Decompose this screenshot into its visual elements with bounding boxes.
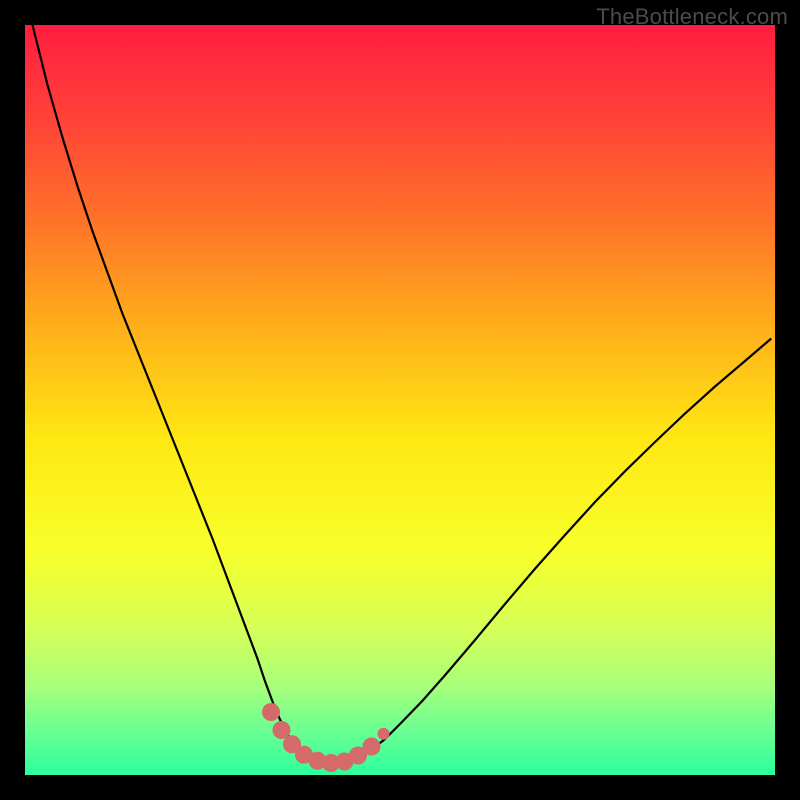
highlight-marker xyxy=(378,728,390,740)
bottleneck-chart xyxy=(25,25,775,775)
plot-area xyxy=(25,25,775,775)
highlight-marker xyxy=(363,738,381,756)
highlight-marker xyxy=(262,703,280,721)
chart-frame: TheBottleneck.com xyxy=(0,0,800,800)
gradient-background xyxy=(25,25,775,775)
